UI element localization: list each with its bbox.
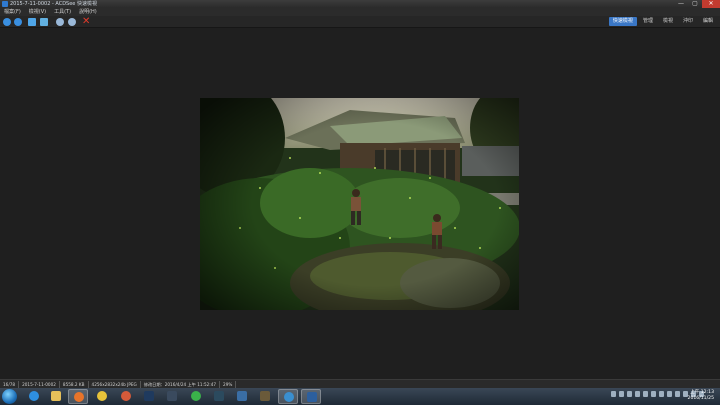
title-bar: 2015-7-11-0002 - ACDSee 快速檢視 — ▢ ✕ xyxy=(0,0,720,8)
acdsee-icon[interactable] xyxy=(278,389,298,404)
explorer-icon[interactable] xyxy=(46,389,66,404)
start-button[interactable] xyxy=(2,389,17,404)
app-10-icon[interactable] xyxy=(232,389,252,404)
clock[interactable]: 上午 12:13 2016/11/25 xyxy=(688,390,714,402)
zoom-out-icon[interactable] xyxy=(68,18,76,26)
close-button[interactable]: ✕ xyxy=(702,0,720,8)
back-icon[interactable] xyxy=(3,18,11,26)
menu-help[interactable]: 說明(H) xyxy=(75,8,101,16)
window-controls: — ▢ ✕ xyxy=(674,0,720,8)
taskbar: 上午 12:13 2016/11/25 xyxy=(0,388,720,405)
toolbar: ✕ 快速檢視 管理 檢視 沖印 編輯 xyxy=(0,16,720,28)
window-title: 2015-7-11-0002 - ACDSee 快速檢視 xyxy=(10,1,97,7)
tray-icon-5[interactable] xyxy=(643,391,648,397)
menu-file[interactable]: 檔案(F) xyxy=(0,8,25,16)
lightroom-icon[interactable] xyxy=(162,389,182,404)
ie-icon[interactable] xyxy=(24,389,44,404)
app-11-icon[interactable] xyxy=(255,389,275,404)
displayed-photo xyxy=(200,98,519,310)
tab-view[interactable]: 檢視 xyxy=(659,17,677,26)
photo-scene xyxy=(200,98,519,310)
tab-quick-view[interactable]: 快速檢視 xyxy=(608,17,637,26)
mode-tabs: 快速檢視 管理 檢視 沖印 編輯 xyxy=(608,17,717,26)
tray-icon-7[interactable] xyxy=(659,391,664,397)
menu-bar: 檔案(F) 檢視(V) 工具(T) 說明(H) xyxy=(0,8,720,16)
tray-icon-8[interactable] xyxy=(667,391,672,397)
minimize-button[interactable]: — xyxy=(674,0,688,8)
app-icon xyxy=(2,1,8,7)
tab-manage[interactable]: 管理 xyxy=(639,17,657,26)
tray-icon-2[interactable] xyxy=(619,391,624,397)
acdsee-active-icon[interactable] xyxy=(301,389,321,404)
photoshop-icon[interactable] xyxy=(139,389,159,404)
tab-print[interactable]: 沖印 xyxy=(679,17,697,26)
maximize-button[interactable]: ▢ xyxy=(688,0,702,8)
chrome-icon[interactable] xyxy=(92,389,112,404)
chrome-alt-icon[interactable] xyxy=(116,389,136,404)
app-9-icon[interactable] xyxy=(209,389,229,404)
firefox-icon[interactable] xyxy=(68,389,88,404)
tray-icon-9[interactable] xyxy=(675,391,680,397)
tab-edit[interactable]: 編輯 xyxy=(699,17,717,26)
tray-icon-4[interactable] xyxy=(635,391,640,397)
menu-view[interactable]: 檢視(V) xyxy=(25,8,50,16)
image-icon[interactable] xyxy=(40,18,48,26)
menu-tools[interactable]: 工具(T) xyxy=(50,8,75,16)
forward-icon[interactable] xyxy=(14,18,22,26)
tray-icon-3[interactable] xyxy=(627,391,632,397)
zoom-in-icon[interactable] xyxy=(56,18,64,26)
line-icon[interactable] xyxy=(186,389,206,404)
delete-icon[interactable]: ✕ xyxy=(82,17,90,27)
save-icon[interactable] xyxy=(28,18,36,26)
tray-icon-6[interactable] xyxy=(651,391,656,397)
clock-date: 2016/11/25 xyxy=(687,396,714,401)
tray-icon-1[interactable] xyxy=(611,391,616,397)
